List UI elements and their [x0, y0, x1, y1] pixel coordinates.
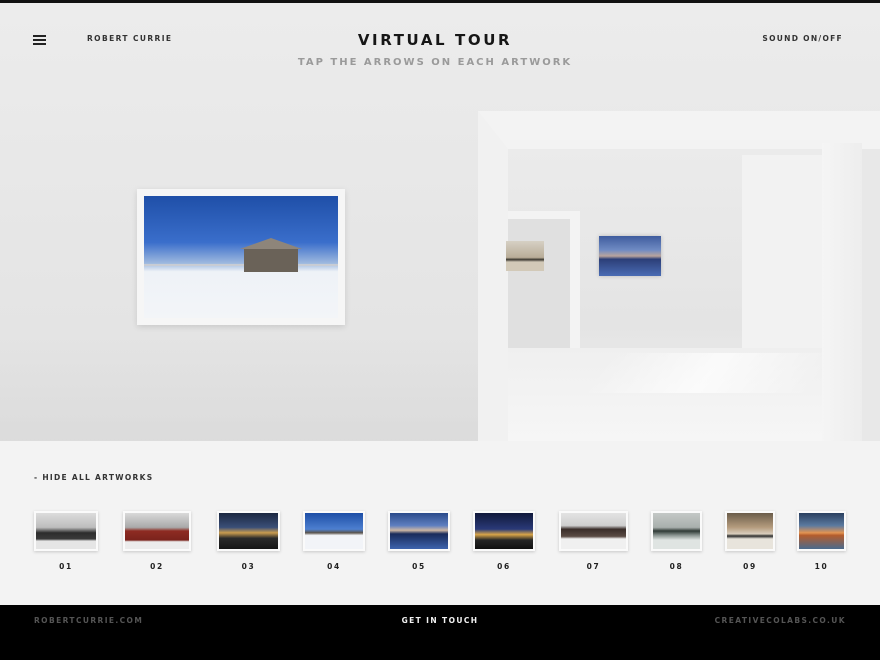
thumbnail-image	[561, 513, 626, 549]
distant-artwork-1[interactable]	[506, 241, 544, 271]
artwork-strip: - HIDE ALL ARTWORKS 01 02 03 04 05 06 07…	[0, 441, 880, 605]
artwork-thumbnail-08[interactable]: 08	[651, 511, 702, 571]
thumbnail-image	[219, 513, 278, 549]
page-subtitle: TAP THE ARROWS ON EACH ARTWORK	[297, 57, 573, 68]
artwork-thumbnail-04[interactable]: 04	[303, 511, 365, 571]
featured-artwork[interactable]	[137, 189, 345, 325]
credit-link[interactable]: CREATIVECOLABS.CO.UK	[715, 616, 846, 625]
footer: ROBERTCURRIE.COM GET IN TOUCH CREATIVECO…	[0, 605, 880, 660]
thumbnail-number: 01	[59, 562, 73, 571]
artwork-house	[240, 238, 302, 272]
floor-shadow	[0, 333, 480, 441]
inner-doorway	[508, 211, 580, 351]
thumbnail-image	[727, 513, 773, 549]
website-link[interactable]: ROBERTCURRIE.COM	[34, 616, 143, 625]
thumbnail-image	[125, 513, 189, 549]
artist-name[interactable]: ROBERT CURRIE	[87, 34, 172, 43]
artwork-thumbnail-05[interactable]: 05	[388, 511, 450, 571]
featured-artwork-image	[144, 196, 338, 318]
artwork-thumbnail-10[interactable]: 10	[797, 511, 846, 571]
thumbnail-number: 05	[412, 562, 426, 571]
artwork-thumbnail-09[interactable]: 09	[725, 511, 775, 571]
hide-all-artworks-button[interactable]: - HIDE ALL ARTWORKS	[34, 473, 153, 482]
thumbnail-number: 06	[497, 562, 511, 571]
thumbnail-number: 03	[241, 562, 256, 571]
thumbnail-image	[305, 513, 363, 549]
sound-toggle-button[interactable]: SOUND ON/OFF	[762, 34, 843, 43]
hamburger-menu-icon[interactable]	[33, 35, 46, 45]
thumbnail-number: 08	[669, 562, 684, 571]
thumbnail-number: 09	[743, 562, 757, 571]
distant-artwork-2[interactable]	[599, 236, 661, 276]
thumbnail-number: 02	[150, 562, 164, 571]
gallery-scene[interactable]	[0, 3, 880, 441]
thumbnail-image	[475, 513, 533, 549]
thumbnail-number: 10	[814, 562, 829, 571]
adjacent-room-wall	[742, 155, 822, 355]
thumbnail-image	[799, 513, 844, 549]
light-beam	[588, 353, 832, 393]
thumbnail-number: 04	[327, 562, 341, 571]
doorway-frame-right	[822, 143, 862, 441]
artwork-thumbnail-03[interactable]: 03	[217, 511, 280, 571]
get-in-touch-link[interactable]: GET IN TOUCH	[340, 616, 540, 625]
artwork-thumbnail-07[interactable]: 07	[559, 511, 628, 571]
artwork-thumbnail-06[interactable]: 06	[473, 511, 535, 571]
thumbnail-number: 07	[586, 562, 601, 571]
artwork-thumbnail-01[interactable]: 01	[34, 511, 98, 571]
artwork-thumbnail-02[interactable]: 02	[123, 511, 191, 571]
horizon-line	[144, 264, 338, 266]
thumbnail-image	[36, 513, 96, 549]
thumbnail-image	[390, 513, 448, 549]
page-title: VIRTUAL TOUR	[357, 31, 513, 49]
thumbnail-image	[653, 513, 700, 549]
